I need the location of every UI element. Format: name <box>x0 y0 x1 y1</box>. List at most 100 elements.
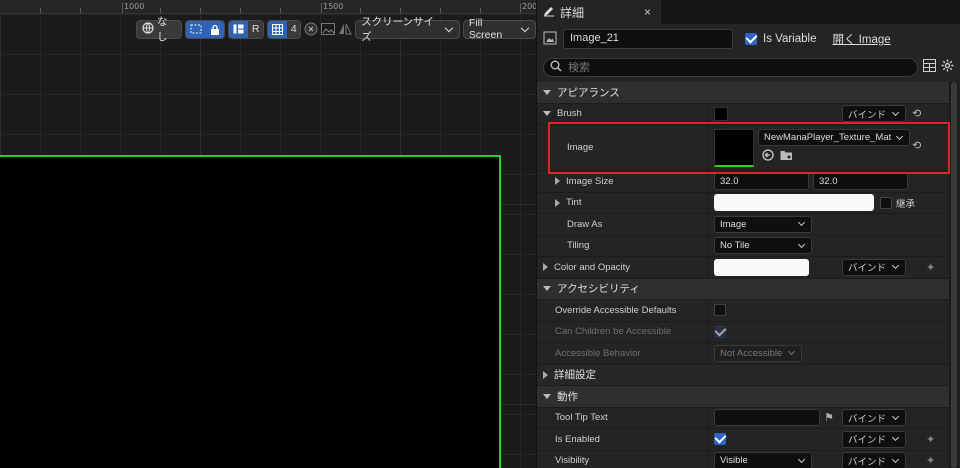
image-size-y-field[interactable]: 32.0 <box>813 172 908 190</box>
property-label: Draw As <box>567 218 603 230</box>
bind-dropdown[interactable]: バインド <box>842 409 906 427</box>
category-behavior[interactable]: 動作 <box>537 386 949 408</box>
property-visibility: Visibility Visible バインド ✦ <box>537 450 949 468</box>
lock-toggle-group[interactable] <box>185 19 225 39</box>
widget-canvas-area[interactable] <box>0 155 501 468</box>
property-value: Image <box>707 214 949 235</box>
language-label: なし <box>157 16 168 43</box>
bind-dropdown[interactable]: バインド <box>842 430 906 448</box>
bind-label: バインド <box>848 413 887 425</box>
is-variable-checkbox[interactable] <box>745 33 757 45</box>
brush-preview-swatch[interactable] <box>714 106 728 121</box>
chevron-down-icon <box>891 455 900 463</box>
widget-name-field[interactable]: Image_21 <box>563 29 733 49</box>
asset-dropdown[interactable]: NewManaPlayer_Texture_Mat <box>758 129 910 146</box>
visibility-dropdown[interactable]: Visible <box>714 452 812 468</box>
mirror-icon[interactable] <box>338 23 352 35</box>
search-row: 検索 <box>537 54 960 80</box>
wand-icon[interactable]: ✦ <box>926 261 935 274</box>
chevron-down-icon <box>895 132 904 140</box>
expand-arrow-icon[interactable] <box>543 263 548 272</box>
layout-toggle-group[interactable]: R <box>227 19 264 39</box>
grid-snap-group[interactable]: 4 <box>266 19 302 39</box>
visibility-value: Visible <box>720 455 748 467</box>
category-accessibility[interactable]: アクセシビリティ <box>537 278 949 300</box>
tab-title: 詳細 <box>560 5 585 20</box>
screen-size-dropdown[interactable]: スクリーンサイズ <box>355 16 460 43</box>
browse-folder-icon[interactable] <box>780 149 793 164</box>
image-size-x-field[interactable]: 32.0 <box>714 172 809 190</box>
category-label: 詳細設定 <box>554 369 596 382</box>
lock-icon[interactable] <box>206 20 224 38</box>
close-icon[interactable]: × <box>644 5 651 19</box>
tiling-value: No Tile <box>720 240 750 252</box>
property-image: Image NewManaPlayer_Texture_Mat ⟲ <box>537 125 949 171</box>
accessible-behavior-dropdown: Not Accessible <box>714 344 802 362</box>
category-label: アクセシビリティ <box>557 283 640 296</box>
property-tint: Tint 継承 <box>537 192 949 214</box>
fill-screen-dropdown[interactable]: Fill Screen <box>462 17 536 41</box>
tint-color-swatch[interactable] <box>714 194 874 212</box>
gear-icon[interactable] <box>941 59 954 75</box>
chevron-down-icon <box>797 240 806 248</box>
bind-dropdown[interactable]: バインド <box>842 105 906 123</box>
property-label: Visibility <box>555 455 590 467</box>
brush-label: Brush <box>557 108 582 120</box>
r-toggle-button[interactable]: R <box>247 20 263 38</box>
wand-icon[interactable]: ✦ <box>926 454 935 467</box>
property-value: バインド ✦ <box>707 257 949 278</box>
grid-snap-value[interactable]: 4 <box>286 20 301 38</box>
property-label: Tool Tip Text <box>555 412 608 424</box>
inherit-checkbox[interactable] <box>880 196 892 209</box>
asset-picker: NewManaPlayer_Texture_Mat <box>758 129 910 164</box>
color-opacity-swatch[interactable] <box>714 258 809 276</box>
property-tiling: Tiling No Tile <box>537 235 949 257</box>
bind-dropdown[interactable]: バインド <box>842 258 906 276</box>
property-label: Image <box>567 142 594 153</box>
image-preview-icon[interactable] <box>321 23 336 35</box>
bind-label: バインド <box>848 435 887 447</box>
chevron-down-icon <box>891 412 900 420</box>
category-appearance[interactable]: アピアランス <box>537 82 949 104</box>
property-can-children-accessible: Can Children be Accessible <box>537 321 949 343</box>
is-variable-label: Is Variable <box>763 33 817 45</box>
details-scrollbar[interactable] <box>949 82 959 468</box>
bind-label: バインド <box>848 456 887 468</box>
screen-size-label: スクリーンサイズ <box>361 16 435 43</box>
asset-actions <box>758 149 910 164</box>
expand-arrow-icon[interactable] <box>555 198 560 207</box>
localization-preview-button[interactable]: なし <box>136 16 183 43</box>
reset-to-default-icon[interactable]: ⟲ <box>912 139 921 152</box>
property-label: Tint <box>537 193 707 214</box>
tab-details[interactable]: 詳細 × <box>537 0 661 24</box>
reset-to-default-icon[interactable]: ⟲ <box>912 107 921 120</box>
respect-locks-icon[interactable] <box>304 22 318 36</box>
collapse-arrow-icon[interactable] <box>543 111 551 117</box>
tiling-dropdown[interactable]: No Tile <box>714 237 812 255</box>
scrollbar-thumb[interactable] <box>951 82 957 468</box>
layout-icon[interactable] <box>228 20 248 38</box>
property-draw-as: Draw As Image <box>537 214 949 236</box>
expand-arrow-icon[interactable] <box>555 177 560 186</box>
wand-icon[interactable]: ✦ <box>926 433 935 446</box>
table-view-icon[interactable] <box>923 59 936 75</box>
property-override-accessible: Override Accessible Defaults <box>537 300 949 322</box>
draw-as-dropdown[interactable]: Image <box>714 215 812 233</box>
use-selected-icon[interactable] <box>762 149 774 164</box>
details-panel: 詳細 × Image_21 Is Variable 開く Image 検索 アピ… <box>536 0 960 468</box>
texture-thumbnail[interactable] <box>714 129 754 167</box>
pencil-icon <box>543 5 555 20</box>
dotted-selection-icon[interactable] <box>186 20 207 38</box>
expand-arrow-icon <box>543 370 548 379</box>
open-image-link[interactable]: 開く Image <box>832 31 890 47</box>
bind-dropdown[interactable]: バインド <box>842 452 906 468</box>
flag-icon[interactable]: ⚑ <box>824 411 834 424</box>
grid-icon[interactable] <box>267 20 287 38</box>
search-input[interactable]: 検索 <box>543 57 918 77</box>
category-advanced[interactable]: 詳細設定 <box>537 364 949 386</box>
is-enabled-checkbox[interactable] <box>714 433 726 446</box>
designer-viewport[interactable]: 1000 1500 200 なし R 4 スクリーンサイズ Fill Scree… <box>0 0 536 468</box>
override-accessible-checkbox[interactable] <box>714 304 726 317</box>
tooltip-text-field[interactable] <box>714 409 820 427</box>
property-accessible-behavior: Accessible Behavior Not Accessible <box>537 343 949 365</box>
